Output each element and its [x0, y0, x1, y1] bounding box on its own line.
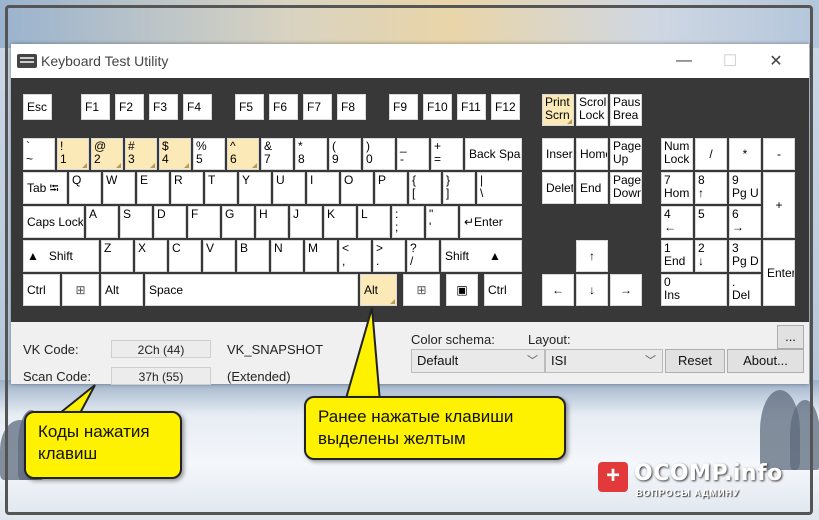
watermark-logo: + OCOMP.info ВОПРОСЫ АДМИНУ	[598, 461, 808, 502]
watermark-name: OCOMP.info	[634, 461, 783, 486]
right-callout-tail	[343, 307, 382, 403]
callout-key-codes: Коды нажатия клавиш	[24, 411, 182, 479]
plus-icon: +	[598, 462, 628, 492]
callout-highlighted-keys: Ранее нажатые клавиши выделены желтым	[304, 396, 566, 460]
watermark-subtitle: ВОПРОСЫ АДМИНУ	[636, 488, 740, 498]
